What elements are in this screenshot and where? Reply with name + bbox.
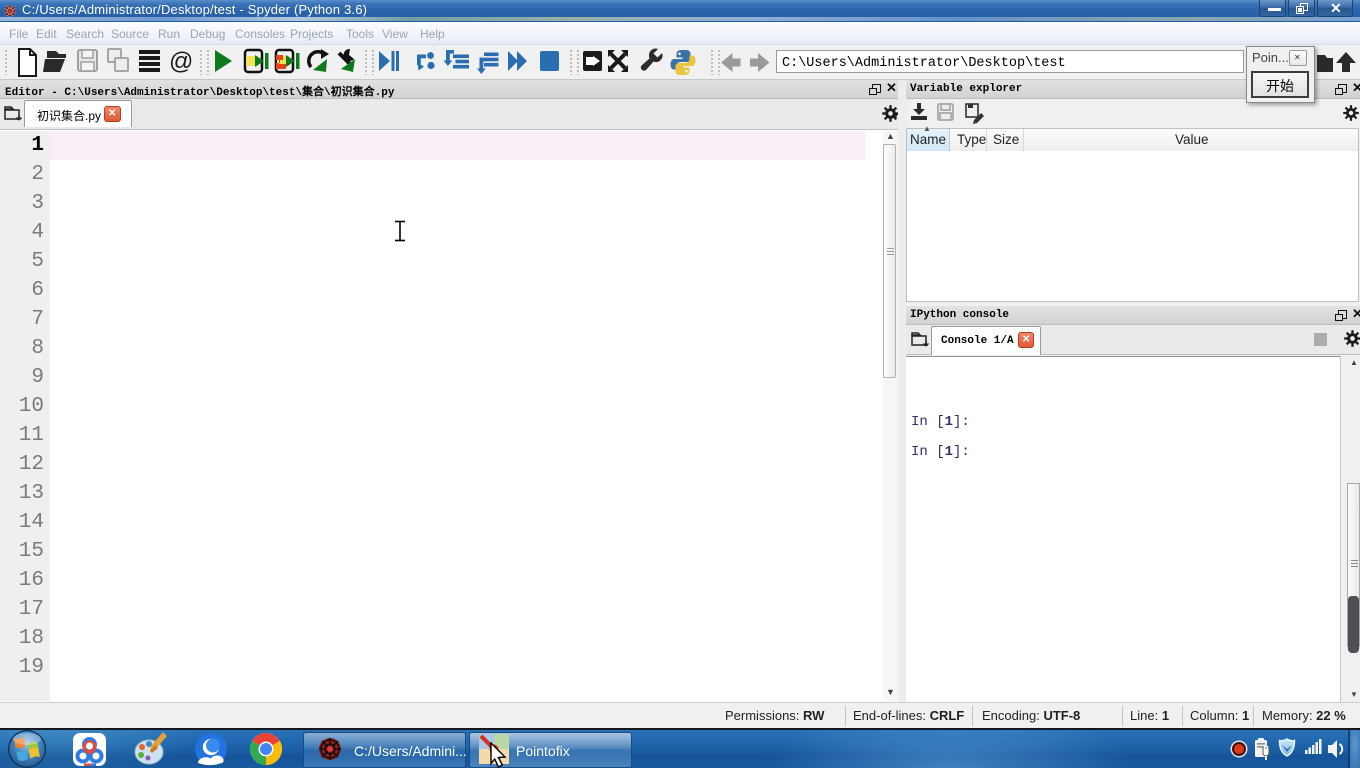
svg-text:@: @: [169, 48, 193, 75]
svg-text:C:\Users\Administrator\Desktop: C:\Users\Administrator\Desktop\test: [782, 56, 1066, 71]
